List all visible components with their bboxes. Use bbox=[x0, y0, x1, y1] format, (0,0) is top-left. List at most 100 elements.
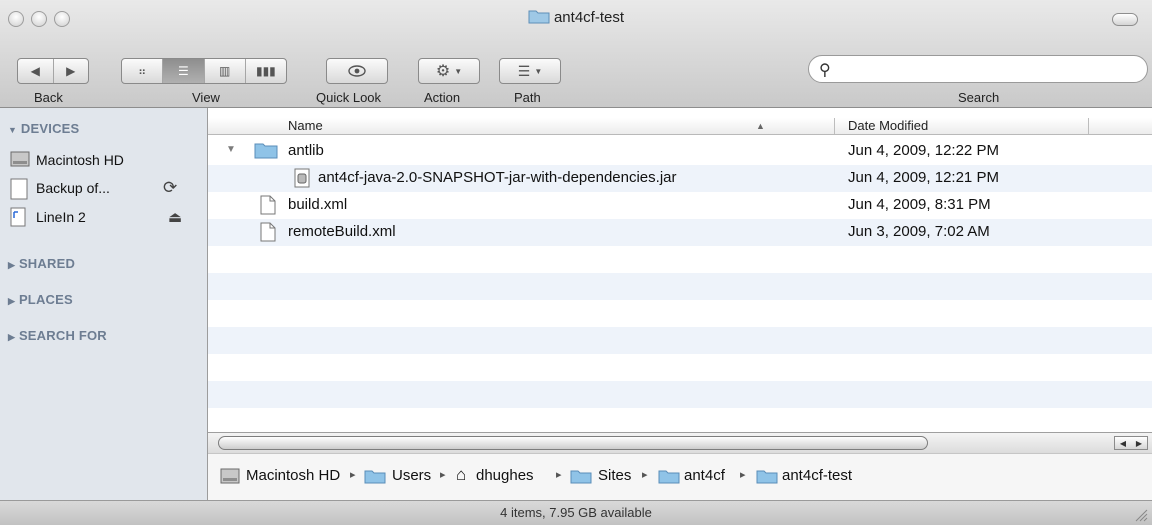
file-name: antlib bbox=[288, 142, 324, 159]
status-bar: 4 items, 7.95 GB available bbox=[0, 500, 1152, 525]
grid-icon: ⠶ bbox=[138, 65, 147, 78]
path-item-ant4cf-test[interactable]: ant4cf-test bbox=[782, 467, 852, 484]
path-item-sites[interactable]: Sites bbox=[598, 467, 631, 484]
window-title-bar: ant4cf-test bbox=[0, 8, 1152, 26]
file-list: Name ▲ Date Modified ▼ antlib Jun 4, 200… bbox=[208, 108, 1152, 432]
path-separator-icon: ▸ bbox=[440, 469, 446, 481]
document-icon bbox=[260, 195, 276, 215]
path-icon: ☰ bbox=[517, 62, 531, 79]
quick-look-button[interactable] bbox=[326, 58, 388, 84]
eject-icon[interactable]: ⏏ bbox=[168, 208, 182, 226]
action-label: Action bbox=[424, 90, 461, 105]
coverflow-view-button[interactable]: ▮▮▮ bbox=[246, 59, 286, 83]
folder-icon bbox=[528, 10, 550, 24]
search-field[interactable]: ⚲ bbox=[808, 55, 1148, 83]
sidebar-item-linein-2[interactable]: LineIn 2 bbox=[10, 207, 86, 227]
home-icon: ⌂ bbox=[456, 465, 467, 484]
disclosure-closed-icon: ▶ bbox=[8, 332, 16, 342]
path-separator-icon: ▸ bbox=[350, 469, 356, 481]
file-row-jar[interactable]: ant4cf-java-2.0-SNAPSHOT-jar-with-depend… bbox=[208, 165, 1152, 192]
file-name: remoteBuild.xml bbox=[288, 223, 396, 240]
document-icon bbox=[260, 222, 276, 242]
chevron-down-icon: ▼ bbox=[454, 66, 463, 76]
list-icon: ☰ bbox=[177, 64, 189, 78]
eye-icon bbox=[348, 65, 366, 77]
file-row-antlib[interactable]: ▼ antlib Jun 4, 2009, 12:22 PM bbox=[208, 138, 1152, 165]
scrollbar-thumb[interactable] bbox=[218, 436, 928, 450]
back-label: Back bbox=[34, 90, 63, 105]
chevron-right-icon: ▶ bbox=[66, 64, 76, 78]
list-view-button[interactable]: ☰ bbox=[163, 59, 205, 83]
file-row-remotebuild-xml[interactable]: remoteBuild.xml Jun 3, 2009, 7:02 AM bbox=[208, 219, 1152, 246]
back-button[interactable]: ◀ bbox=[18, 59, 54, 83]
empty-row bbox=[208, 327, 1152, 354]
file-date: Jun 4, 2009, 12:21 PM bbox=[848, 169, 999, 186]
sidebar-item-label: Macintosh HD bbox=[36, 152, 124, 168]
column-header-name[interactable]: Name bbox=[288, 118, 323, 134]
empty-row bbox=[208, 354, 1152, 381]
path-item-ant4cf[interactable]: ant4cf bbox=[684, 467, 725, 484]
empty-row bbox=[208, 300, 1152, 327]
search-label: Search bbox=[958, 90, 1000, 105]
sync-icon[interactable]: ⟳ bbox=[163, 178, 177, 198]
empty-row bbox=[208, 246, 1152, 273]
scroll-left-icon[interactable]: ◀ bbox=[1120, 439, 1126, 448]
path-button[interactable]: ☰ ▼ bbox=[499, 58, 561, 84]
columns-icon: ▥ bbox=[218, 64, 231, 78]
window-title: ant4cf-test bbox=[553, 9, 625, 26]
file-date: Jun 4, 2009, 12:22 PM bbox=[848, 142, 999, 159]
disclosure-open-icon[interactable]: ▼ bbox=[226, 144, 236, 155]
volume-file-icon bbox=[10, 207, 26, 227]
sidebar-item-backup[interactable]: Backup of... bbox=[10, 178, 110, 200]
sidebar: ▼ DEVICES Macintosh HD Backup of... ⟳ Li… bbox=[0, 108, 208, 500]
icon-view-button[interactable]: ⠶ bbox=[122, 59, 164, 83]
gear-icon: ⚙ bbox=[435, 63, 451, 80]
folder-icon bbox=[658, 470, 680, 484]
column-header-row: Name ▲ Date Modified bbox=[208, 118, 1152, 135]
folder-icon bbox=[756, 470, 778, 484]
column-view-button[interactable]: ▥ bbox=[205, 59, 246, 83]
sidebar-section-places[interactable]: ▶ PLACES bbox=[8, 292, 73, 307]
scroll-arrows[interactable]: ◀ ▶ bbox=[1114, 436, 1148, 450]
sidebar-section-search-for[interactable]: ▶ SEARCH FOR bbox=[8, 328, 107, 343]
path-item-users[interactable]: Users bbox=[392, 467, 431, 484]
action-button[interactable]: ⚙ ▼ bbox=[418, 58, 480, 84]
file-name: ant4cf-java-2.0-SNAPSHOT-jar-with-depend… bbox=[318, 169, 677, 186]
disclosure-closed-icon: ▶ bbox=[8, 296, 16, 306]
search-icon: ⚲ bbox=[819, 62, 831, 79]
scroll-right-icon[interactable]: ▶ bbox=[1136, 439, 1142, 448]
sites-folder-icon bbox=[570, 470, 592, 484]
file-row-build-xml[interactable]: build.xml Jun 4, 2009, 8:31 PM bbox=[208, 192, 1152, 219]
empty-row bbox=[208, 381, 1152, 408]
path-item-dhughes[interactable]: dhughes bbox=[476, 467, 534, 484]
path-separator-icon: ▸ bbox=[740, 469, 746, 481]
empty-row bbox=[208, 408, 1152, 432]
resize-grip-icon[interactable] bbox=[1134, 508, 1148, 522]
file-date: Jun 4, 2009, 8:31 PM bbox=[848, 196, 991, 213]
chevron-left-icon: ◀ bbox=[30, 64, 40, 78]
users-folder-icon bbox=[364, 470, 386, 484]
coverflow-icon: ▮▮▮ bbox=[255, 64, 276, 78]
path-item-macintosh-hd[interactable]: Macintosh HD bbox=[246, 467, 340, 484]
column-header-date-modified[interactable]: Date Modified bbox=[848, 118, 928, 134]
horizontal-scrollbar[interactable]: ◀ ▶ bbox=[208, 432, 1152, 453]
back-forward-control: ◀ ▶ bbox=[17, 58, 89, 84]
view-mode-control: ⠶ ☰ ▥ ▮▮▮ bbox=[121, 58, 287, 84]
sidebar-section-devices[interactable]: ▼ DEVICES bbox=[8, 121, 79, 136]
search-input[interactable] bbox=[839, 60, 1133, 80]
chevron-down-icon: ▼ bbox=[534, 66, 543, 76]
sidebar-item-macintosh-hd[interactable]: Macintosh HD bbox=[10, 151, 124, 168]
hard-drive-icon bbox=[220, 468, 240, 484]
disclosure-closed-icon: ▶ bbox=[8, 260, 16, 270]
empty-row bbox=[208, 273, 1152, 300]
toolbar: ant4cf-test ◀ ▶ ⠶ ☰ ▥ ▮▮▮ ⚙ ▼ ☰ ▼ ⚲ Back V… bbox=[0, 0, 1152, 108]
file-name: build.xml bbox=[288, 196, 348, 213]
sidebar-section-shared[interactable]: ▶ SHARED bbox=[8, 256, 75, 271]
file-date: Jun 3, 2009, 7:02 AM bbox=[848, 223, 990, 240]
toolbar-toggle-button[interactable] bbox=[1112, 13, 1138, 26]
hard-drive-icon bbox=[10, 151, 30, 167]
sidebar-item-label: Backup of... bbox=[36, 180, 110, 196]
disclosure-open-icon: ▼ bbox=[8, 125, 18, 135]
forward-button[interactable]: ▶ bbox=[54, 59, 89, 83]
path-bar: Macintosh HD ▸ Users ▸ ⌂ dhughes ▸ Sites… bbox=[208, 453, 1152, 500]
